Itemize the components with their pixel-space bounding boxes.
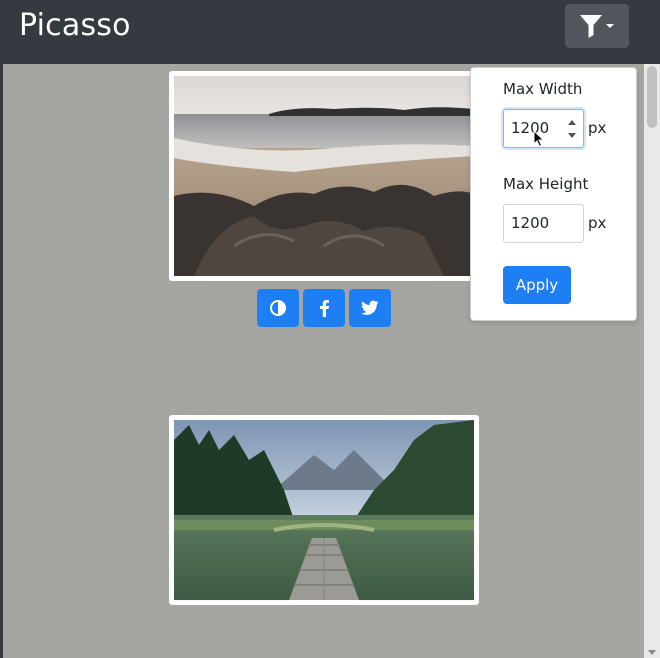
filter-dropdown: Max Width 1200 px Max Height 1200 px App… <box>470 67 637 321</box>
number-spinner[interactable] <box>567 119 577 139</box>
spin-up-icon[interactable] <box>568 120 576 125</box>
contrast-button[interactable] <box>257 289 299 327</box>
max-width-label: Max Width <box>503 80 583 98</box>
scrollbar[interactable] <box>644 64 660 658</box>
max-height-label: Max Height <box>503 175 589 193</box>
filter-toggle-button[interactable] <box>565 4 629 48</box>
scrollbar-thumb[interactable] <box>647 66 657 128</box>
max-height-input[interactable]: 1200 <box>503 204 584 243</box>
contrast-icon <box>270 300 286 316</box>
photo-card-beach <box>169 71 479 281</box>
facebook-share-button[interactable] <box>303 289 345 327</box>
filter-icon <box>580 15 614 38</box>
app-title[interactable]: Picasso <box>19 8 131 43</box>
lake-photo[interactable] <box>174 420 474 600</box>
photo-actions <box>257 289 391 327</box>
beach-photo[interactable] <box>174 76 474 276</box>
max-width-unit: px <box>588 119 607 137</box>
mouse-cursor-icon <box>533 130 545 148</box>
photo-card-lake <box>169 415 479 605</box>
max-height-unit: px <box>588 214 607 232</box>
navbar: Picasso <box>0 0 660 64</box>
caret-down-icon <box>606 24 614 28</box>
twitter-share-button[interactable] <box>349 289 391 327</box>
scroll-down-icon[interactable] <box>648 650 656 655</box>
max-height-value: 1200 <box>511 214 550 232</box>
spin-down-icon[interactable] <box>568 133 576 138</box>
facebook-icon <box>320 300 329 317</box>
twitter-icon <box>361 300 379 315</box>
apply-button[interactable]: Apply <box>503 266 571 304</box>
